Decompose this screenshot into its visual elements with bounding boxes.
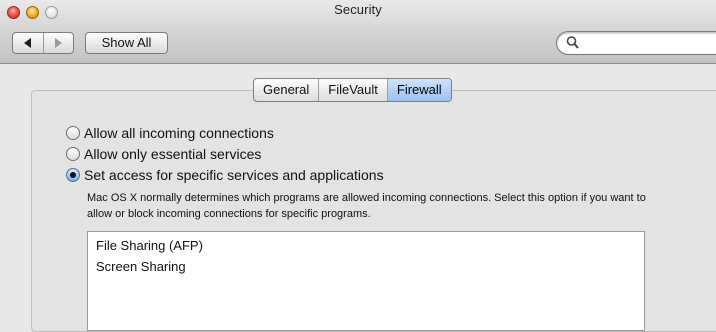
search-input[interactable]	[583, 34, 716, 54]
tab-bar: General FileVault Firewall	[253, 78, 452, 102]
window-title: Security	[334, 2, 382, 17]
radio-essential-only[interactable]: Allow only essential services	[66, 145, 261, 163]
show-all-button[interactable]: Show All	[85, 32, 168, 54]
back-forward-control	[12, 32, 74, 54]
list-item[interactable]: Screen Sharing	[96, 259, 186, 274]
tab-general[interactable]: General	[254, 79, 318, 101]
chevron-right-icon	[55, 38, 63, 48]
window-toolbar: Security Show All	[0, 0, 716, 64]
radio-button[interactable]	[66, 147, 80, 161]
search-field[interactable]	[556, 31, 716, 55]
tab-filevault[interactable]: FileVault	[318, 79, 387, 101]
radio-allow-all[interactable]: Allow all incoming connections	[66, 124, 274, 142]
forward-button[interactable]	[42, 33, 74, 53]
radio-selected-dot	[70, 172, 76, 178]
services-list[interactable]: File Sharing (AFP) Screen Sharing	[87, 231, 645, 331]
radio-button[interactable]	[66, 126, 80, 140]
radio-label: Set access for specific services and app…	[84, 167, 384, 183]
search-icon	[566, 36, 579, 49]
chevron-left-icon	[23, 38, 31, 48]
radio-button[interactable]	[66, 168, 80, 182]
radio-label: Allow only essential services	[84, 146, 262, 162]
tab-firewall[interactable]: Firewall	[386, 79, 451, 101]
list-item[interactable]: File Sharing (AFP)	[96, 238, 203, 253]
help-text: Mac OS X normally determines which progr…	[87, 192, 646, 220]
radio-specific-services[interactable]: Set access for specific services and app…	[66, 166, 384, 184]
back-button[interactable]	[13, 33, 43, 53]
radio-label: Allow all incoming connections	[84, 125, 274, 141]
